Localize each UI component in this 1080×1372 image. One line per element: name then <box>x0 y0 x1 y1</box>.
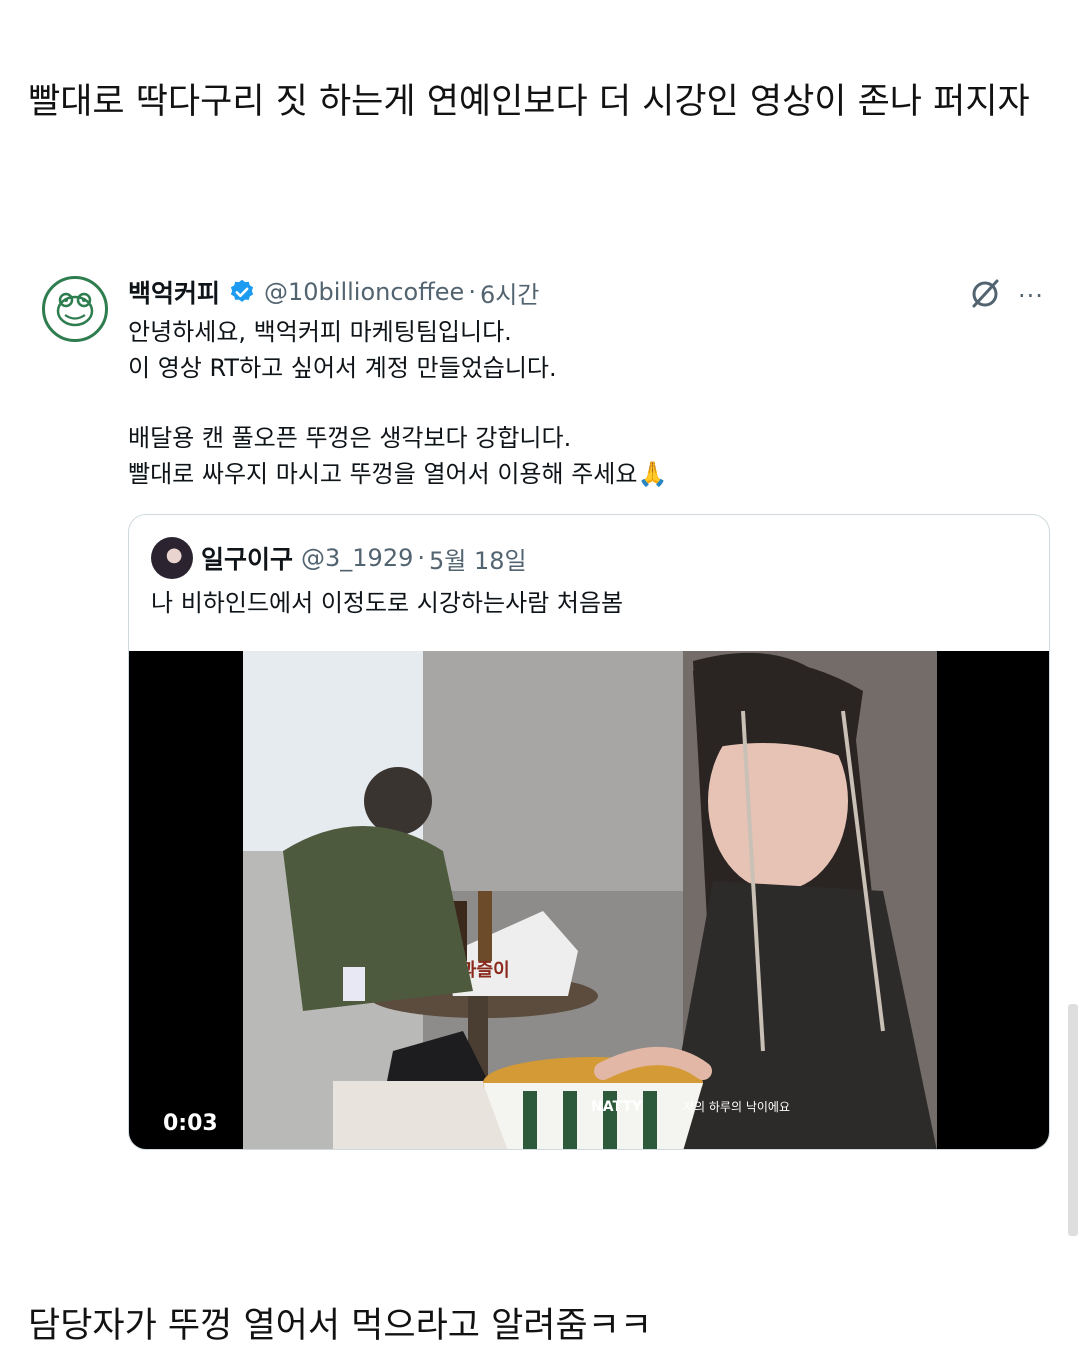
quoted-display-name[interactable]: 일구이구 <box>201 540 293 576</box>
quoted-avatar[interactable] <box>151 537 193 579</box>
verified-badge-icon <box>230 279 254 302</box>
video-frame: 과즐이 NATTY 저의 하루의 낙이에요 <box>243 651 937 1149</box>
tweet-line-break <box>128 386 1028 420</box>
separator-dot: · <box>468 278 476 306</box>
separator-dot: · <box>417 544 426 572</box>
tweet-line: 빨대로 싸우지 마시고 뚜껑을 열어서 이용해 주세요🙏 <box>128 460 668 488</box>
tweet-header: 백억커피 @10billioncoffee · 6시간 <box>128 272 539 312</box>
grok-icon[interactable] <box>968 276 1002 310</box>
quoted-timestamp[interactable]: 5월 18일 <box>429 541 527 576</box>
video-caption-text: 저의 하루의 낙이에요 <box>683 1100 790 1114</box>
video-duration: 0:03 <box>163 1111 218 1136</box>
tweet-line: 이 영상 RT하고 싶어서 계정 만들었습니다. <box>128 354 557 382</box>
handle[interactable]: @10billioncoffee <box>264 278 464 306</box>
post-intro-text: 빨대로 딱다구리 짓 하는게 연예인보다 더 시강인 영상이 존나 퍼지자 <box>28 82 1030 122</box>
video-thumbnail: 과즐이 NATTY 저의 하루의 낙이에요 <box>243 651 937 1149</box>
tweet-card[interactable]: 백억커피 @10billioncoffee · 6시간 ··· 안녕하세요, 백… <box>28 260 1058 1160</box>
video-player[interactable]: 과즐이 NATTY 저의 하루의 낙이에요 0:03 <box>129 651 1049 1149</box>
quoted-handle[interactable]: @3_1929 <box>301 544 413 572</box>
tweet-text: 안녕하세요, 백억커피 마케팅팀입니다. 이 영상 RT하고 싶어서 계정 만들… <box>128 314 1028 492</box>
quoted-tweet[interactable]: 일구이구 @3_1929 · 5월 18일 나 비하인드에서 이정도로 시강하는… <box>128 514 1050 1150</box>
display-name[interactable]: 백억커피 <box>128 274 220 310</box>
more-options-icon[interactable]: ··· <box>1018 282 1044 310</box>
tweet-line: 안녕하세요, 백억커피 마케팅팀입니다. <box>128 318 512 346</box>
brand-label-text: NATTY <box>591 1099 643 1115</box>
quoted-text: 나 비하인드에서 이정도로 시강하는사람 처음봄 <box>151 589 624 617</box>
avatar[interactable] <box>42 276 108 342</box>
timestamp[interactable]: 6시간 <box>480 275 539 310</box>
quoted-header: 일구이구 @3_1929 · 5월 18일 <box>201 537 527 579</box>
frog-logo-icon <box>56 292 94 327</box>
tweet-line: 배달용 캔 풀오픈 뚜껑은 생각보다 강합니다. <box>128 424 572 452</box>
scrollbar[interactable] <box>1068 1004 1078 1236</box>
post-outro-text: 담당자가 뚜껑 열어서 먹으라고 알려줌ㅋㅋ <box>28 1306 653 1346</box>
